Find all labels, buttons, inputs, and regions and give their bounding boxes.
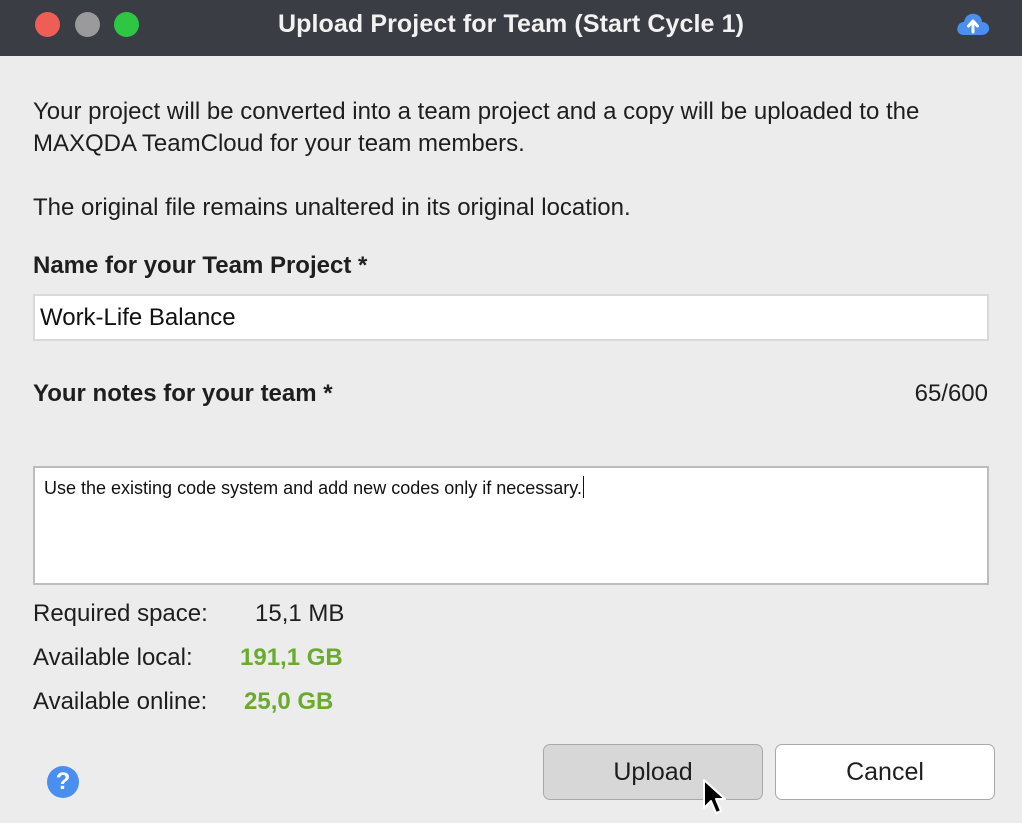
required-space-label: Required space: (33, 600, 208, 627)
original-file-note: The original file remains unaltered in i… (33, 194, 631, 221)
title-bar: Upload Project for Team (Start Cycle 1) (0, 0, 1022, 56)
notes-text: Use the existing code system and add new… (44, 478, 582, 498)
notes-label: Your notes for your team * (33, 380, 333, 407)
intro-text: Your project will be converted into a te… (33, 98, 920, 157)
window-title: Upload Project for Team (Start Cycle 1) (277, 10, 745, 38)
available-local-label: Available local: (33, 644, 193, 671)
required-space-row: Required space: 15,1 MB (33, 600, 344, 628)
available-online-value: 25,0 GB (244, 688, 334, 715)
notes-textarea[interactable]: Use the existing code system and add new… (33, 466, 989, 585)
upload-button[interactable]: Upload (543, 744, 763, 800)
available-local-value: 191,1 GB (240, 644, 343, 671)
notes-character-counter: 65/600 (914, 380, 988, 407)
project-name-label: Name for your Team Project * (33, 252, 368, 279)
cloud-upload-icon (957, 13, 990, 35)
cancel-button[interactable]: Cancel (775, 744, 995, 800)
available-online-label: Available online: (33, 688, 208, 715)
available-online-row: Available online: 25,0 GB (33, 688, 333, 716)
arrow-cursor-icon (703, 779, 726, 814)
required-space-value: 15,1 MB (255, 600, 345, 627)
project-name-input[interactable] (33, 294, 989, 341)
available-local-row: Available local: 191,1 GB (33, 644, 343, 672)
upload-dialog: Upload Project for Team (Start Cycle 1) … (0, 0, 1022, 823)
help-button[interactable]: ? (47, 766, 79, 798)
text-caret (582, 476, 584, 498)
